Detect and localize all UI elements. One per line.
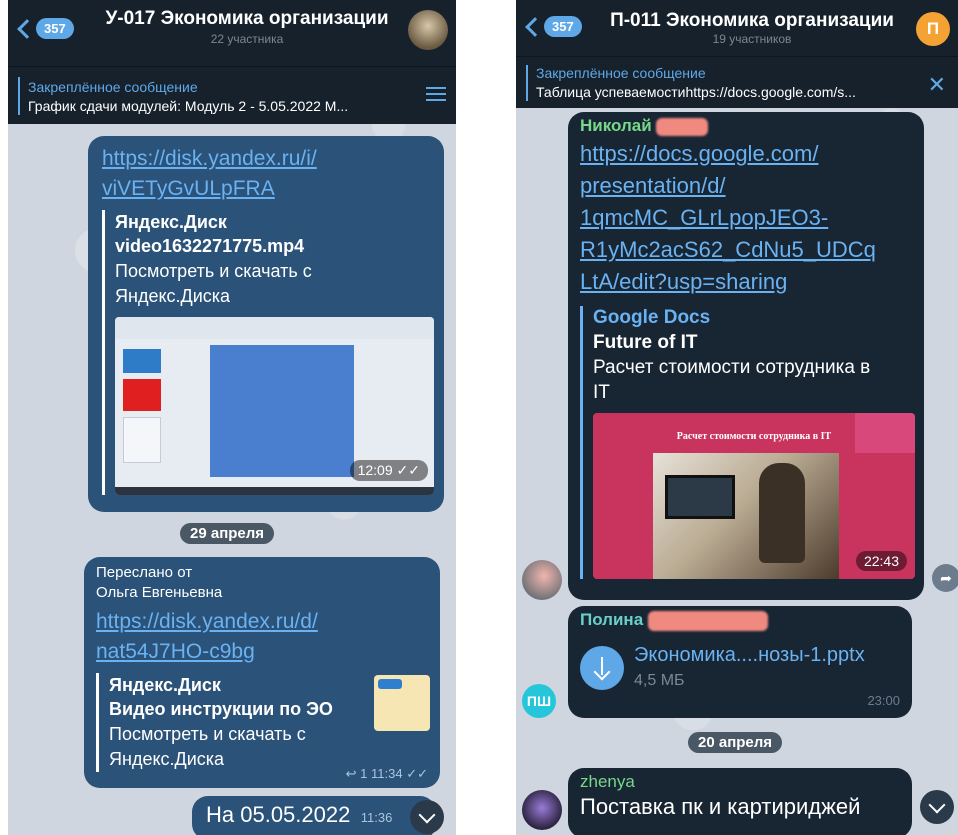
link-preview[interactable]: Google Docs Future of IT Расчет стоимост… [580, 306, 915, 579]
preview-image[interactable]: 12:09 ✓✓ [115, 317, 434, 495]
unread-badge: 357 [36, 18, 74, 39]
pinned-indicator [526, 65, 528, 101]
sender-name[interactable]: Полина [580, 610, 900, 631]
chat-title[interactable]: П-011 Экономика организации [606, 10, 898, 32]
chat-header: 357 П-011 Экономика организации 19 участ… [516, 0, 958, 56]
message-link[interactable]: https://docs.google.com/ presentation/d/… [580, 138, 910, 298]
chat-members-count: 19 участников [712, 32, 792, 46]
scroll-down-icon[interactable] [920, 790, 954, 824]
message-time: 23:00 [867, 693, 900, 708]
preview-title: video1632271775.mp4 [115, 236, 305, 256]
message-time: 11:36 [360, 810, 393, 825]
scroll-down-icon[interactable] [410, 800, 444, 834]
pinned-indicator [18, 77, 20, 115]
sender-avatar[interactable] [522, 790, 562, 830]
pinned-list-icon[interactable] [426, 87, 446, 105]
link-preview[interactable]: Яндекс.Диск video1632271775.mp4 Посмотре… [102, 210, 434, 495]
redacted-surname [656, 117, 709, 136]
right-screenshot: 357 П-011 Экономика организации 19 участ… [516, 0, 958, 835]
file-name[interactable]: Экономика....нозы-1.pptx [634, 644, 865, 667]
redacted-surname [647, 610, 768, 631]
pinned-text: График сдачи модулей: Модуль 2 - 5.05.20… [28, 98, 349, 114]
download-icon[interactable] [580, 646, 624, 690]
message-text: На 05.05.2022 [206, 802, 351, 827]
message-link[interactable]: https://disk.yandex.ru/i/viVETyGvULpFRA [102, 144, 430, 204]
message-meta: ↩ 1 11:34 ✓✓ [345, 766, 428, 781]
pinned-message-bar[interactable]: Закреплённое сообщение График сдачи моду… [8, 66, 456, 124]
file-message-bubble[interactable]: Полина Экономика....нозы-1.pptx 4,5 МБ 2… [568, 606, 912, 718]
sender-name[interactable]: Николай [580, 116, 910, 136]
chat-members-count: 22 участника [210, 32, 284, 46]
forwarded-message-bubble[interactable]: Переслано от Ольга Евгеньевна https://di… [84, 557, 440, 788]
date-separator: 20 апреля [688, 732, 783, 753]
unread-badge: 357 [544, 16, 582, 37]
message-bubble[interactable]: Николай https://docs.google.com/ present… [568, 112, 924, 600]
preview-title: Future of IT [593, 332, 698, 353]
link-preview[interactable]: Яндекс.Диск Видео инструкции по ЭО Посмо… [96, 673, 430, 772]
pinned-text: Таблица успеваемостиhttps://docs.google.… [536, 84, 856, 100]
chat-header: 357 У-017 Экономика организации 22 участ… [8, 0, 456, 66]
message-bubble[interactable]: На 05.05.2022 11:36 [192, 796, 436, 835]
message-bubble[interactable]: zhenya Поставка пк и картириджей [568, 768, 912, 835]
message-bubble[interactable]: https://disk.yandex.ru/i/viVETyGvULpFRA … [88, 136, 444, 512]
chat-title[interactable]: У-017 Экономика организации [98, 8, 396, 30]
preview-image[interactable]: Расчет стоимости сотрудника в IT 22:43 [593, 413, 915, 579]
preview-desc: Расчет стоимости сотрудника в IT [593, 357, 871, 403]
folder-thumbnail-icon [374, 675, 430, 731]
pinned-label: Закреплённое сообщение [536, 65, 706, 81]
sender-avatar-initials[interactable]: ПШ [522, 684, 556, 718]
left-screenshot: 357 У-017 Экономика организации 22 участ… [8, 0, 456, 835]
preview-image-caption: Расчет стоимости сотрудника в IT [676, 431, 832, 442]
back-button[interactable]: 357 [14, 18, 74, 39]
double-check-icon: ✓✓ [396, 462, 420, 478]
preview-site-name: Google Docs [593, 307, 711, 328]
double-check-icon: ✓✓ [406, 766, 428, 781]
share-icon[interactable]: ➦ [932, 564, 958, 592]
back-chevron-icon [525, 16, 545, 37]
back-chevron-icon [17, 18, 37, 39]
chat-avatar[interactable]: П [916, 12, 950, 46]
pinned-label: Закреплённое сообщение [28, 79, 198, 95]
date-separator: 29 апреля [180, 523, 275, 544]
chat-avatar[interactable] [408, 10, 448, 50]
message-link[interactable]: https://disk.yandex.ru/d/nat54J7HO-c9bg [96, 607, 428, 667]
message-time: 12:09 ✓✓ [349, 460, 428, 481]
file-size: 4,5 МБ [634, 672, 685, 689]
reply-icon: ↩ [345, 766, 357, 781]
forwarded-from[interactable]: Ольга Евгеньевна [96, 583, 428, 603]
message-time: 22:43 [855, 551, 907, 571]
person-at-computer-photo [653, 453, 839, 579]
sender-name[interactable]: zhenya [580, 772, 900, 792]
message-text: Поставка пк и картириджей [580, 794, 861, 819]
preview-desc: Посмотреть и скачать с Яндекс.Диска [115, 261, 312, 306]
preview-site-name: Яндекс.Диск [115, 212, 227, 232]
close-icon[interactable]: ✕ [928, 72, 946, 98]
back-button[interactable]: 357 [522, 16, 582, 37]
sender-avatar[interactable] [522, 560, 562, 600]
forwarded-label: Переслано от [96, 564, 193, 581]
pinned-message-bar[interactable]: Закреплённое сообщение Таблица успеваемо… [516, 56, 958, 108]
